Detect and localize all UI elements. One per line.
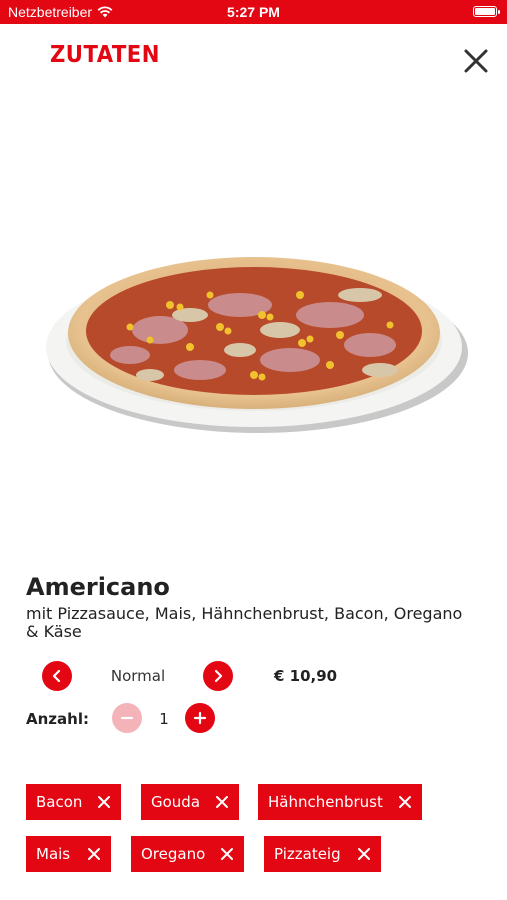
quantity-decrease-button[interactable] <box>112 703 142 733</box>
chevron-left-icon <box>52 669 61 683</box>
ingredient-chip-oregano[interactable]: Oregano <box>131 836 244 872</box>
page-title: ZUTATEN <box>50 42 160 68</box>
ingredient-label: Hähnchenbrust <box>268 793 383 811</box>
ingredient-label: Gouda <box>151 793 201 811</box>
ingredient-label: Pizzateig <box>274 845 341 863</box>
quantity-increase-button[interactable] <box>185 703 215 733</box>
clock: 5:27 PM <box>227 4 280 20</box>
quantity-value: 1 <box>159 710 169 728</box>
status-bar: Netzbetreiber 5:27 PM <box>0 0 507 24</box>
product-image <box>40 235 470 445</box>
remove-icon[interactable] <box>97 795 111 809</box>
battery-icon <box>473 6 500 17</box>
size-value: Normal <box>110 667 166 685</box>
remove-icon[interactable] <box>220 847 234 861</box>
close-icon <box>464 49 488 73</box>
size-previous-button[interactable] <box>42 661 72 691</box>
chevron-right-icon <box>214 669 223 683</box>
plus-icon <box>193 711 207 725</box>
remove-icon[interactable] <box>398 795 412 809</box>
remove-icon[interactable] <box>87 847 101 861</box>
ingredient-label: Mais <box>36 845 71 863</box>
ingredient-chip-haehnchenbrust[interactable]: Hähnchenbrust <box>258 784 422 820</box>
size-next-button[interactable] <box>203 661 233 691</box>
ingredient-chip-bacon[interactable]: Bacon <box>26 784 121 820</box>
ingredient-chip-gouda[interactable]: Gouda <box>141 784 239 820</box>
remove-icon[interactable] <box>357 847 371 861</box>
ingredient-chip-mais[interactable]: Mais <box>26 836 111 872</box>
product-description: mit Pizzasauce, Mais, Hähnchenbrust, Bac… <box>26 604 463 641</box>
quantity-label: Anzahl: <box>26 710 89 728</box>
ingredient-chip-pizzateig[interactable]: Pizzateig <box>264 836 381 872</box>
ingredient-label: Oregano <box>141 845 206 863</box>
product-name: Americano <box>26 573 170 601</box>
ingredient-label: Bacon <box>36 793 83 811</box>
remove-icon[interactable] <box>215 795 229 809</box>
minus-icon <box>120 716 134 720</box>
close-button[interactable] <box>462 47 490 75</box>
price: € 10,90 <box>274 667 338 685</box>
